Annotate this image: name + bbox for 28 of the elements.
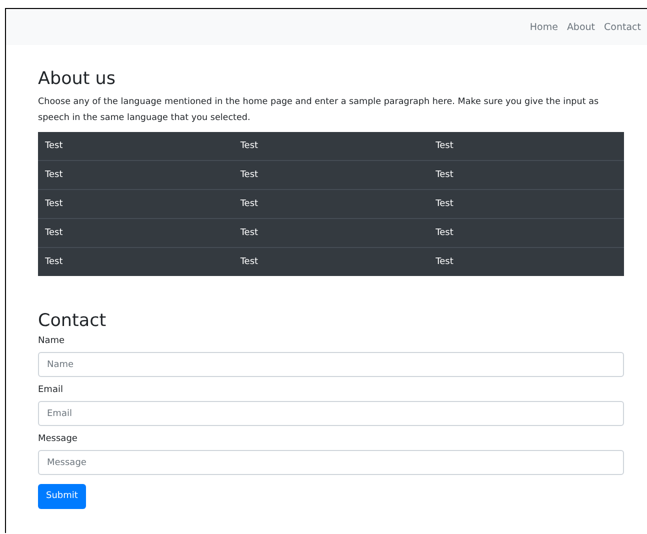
nav-link[interactable]: Contact [604, 22, 641, 32]
table-cell: Test [45, 199, 63, 209]
about-paragraph: Choose any of the language mentioned in the home page and enter a sample paragraph here. Make sure you give the input as speech in the same language that you selected. [38, 96, 600, 125]
table-cell: Test [240, 257, 258, 267]
nav-link[interactable]: Home [530, 22, 558, 32]
nav-link[interactable]: About [566, 22, 596, 32]
table-cell: Test [240, 228, 258, 238]
submit-button[interactable]: Submit [38, 484, 86, 508]
input-field[interactable]: Name [38, 352, 624, 377]
table-cell: Test [240, 199, 258, 209]
table-cell: Test [436, 228, 454, 238]
input-field[interactable]: Message [38, 450, 624, 475]
field-label: Email [38, 385, 64, 395]
table-cell: Test [240, 170, 258, 180]
field-label: Name [38, 336, 66, 346]
field-label: Message [38, 434, 78, 444]
table-cell: Test [240, 141, 258, 151]
table-cell: Test [436, 141, 454, 151]
section-title: About us [38, 69, 117, 89]
table-cell: Test [45, 228, 63, 238]
input-field[interactable]: Email [38, 401, 624, 426]
table-cell: Test [45, 141, 63, 151]
table-cell: Test [436, 170, 454, 180]
table-cell: Test [436, 257, 454, 267]
section-title: Contact [38, 311, 108, 331]
table-cell: Test [45, 170, 63, 180]
table-cell: Test [436, 199, 454, 209]
table-cell: Test [45, 257, 63, 267]
